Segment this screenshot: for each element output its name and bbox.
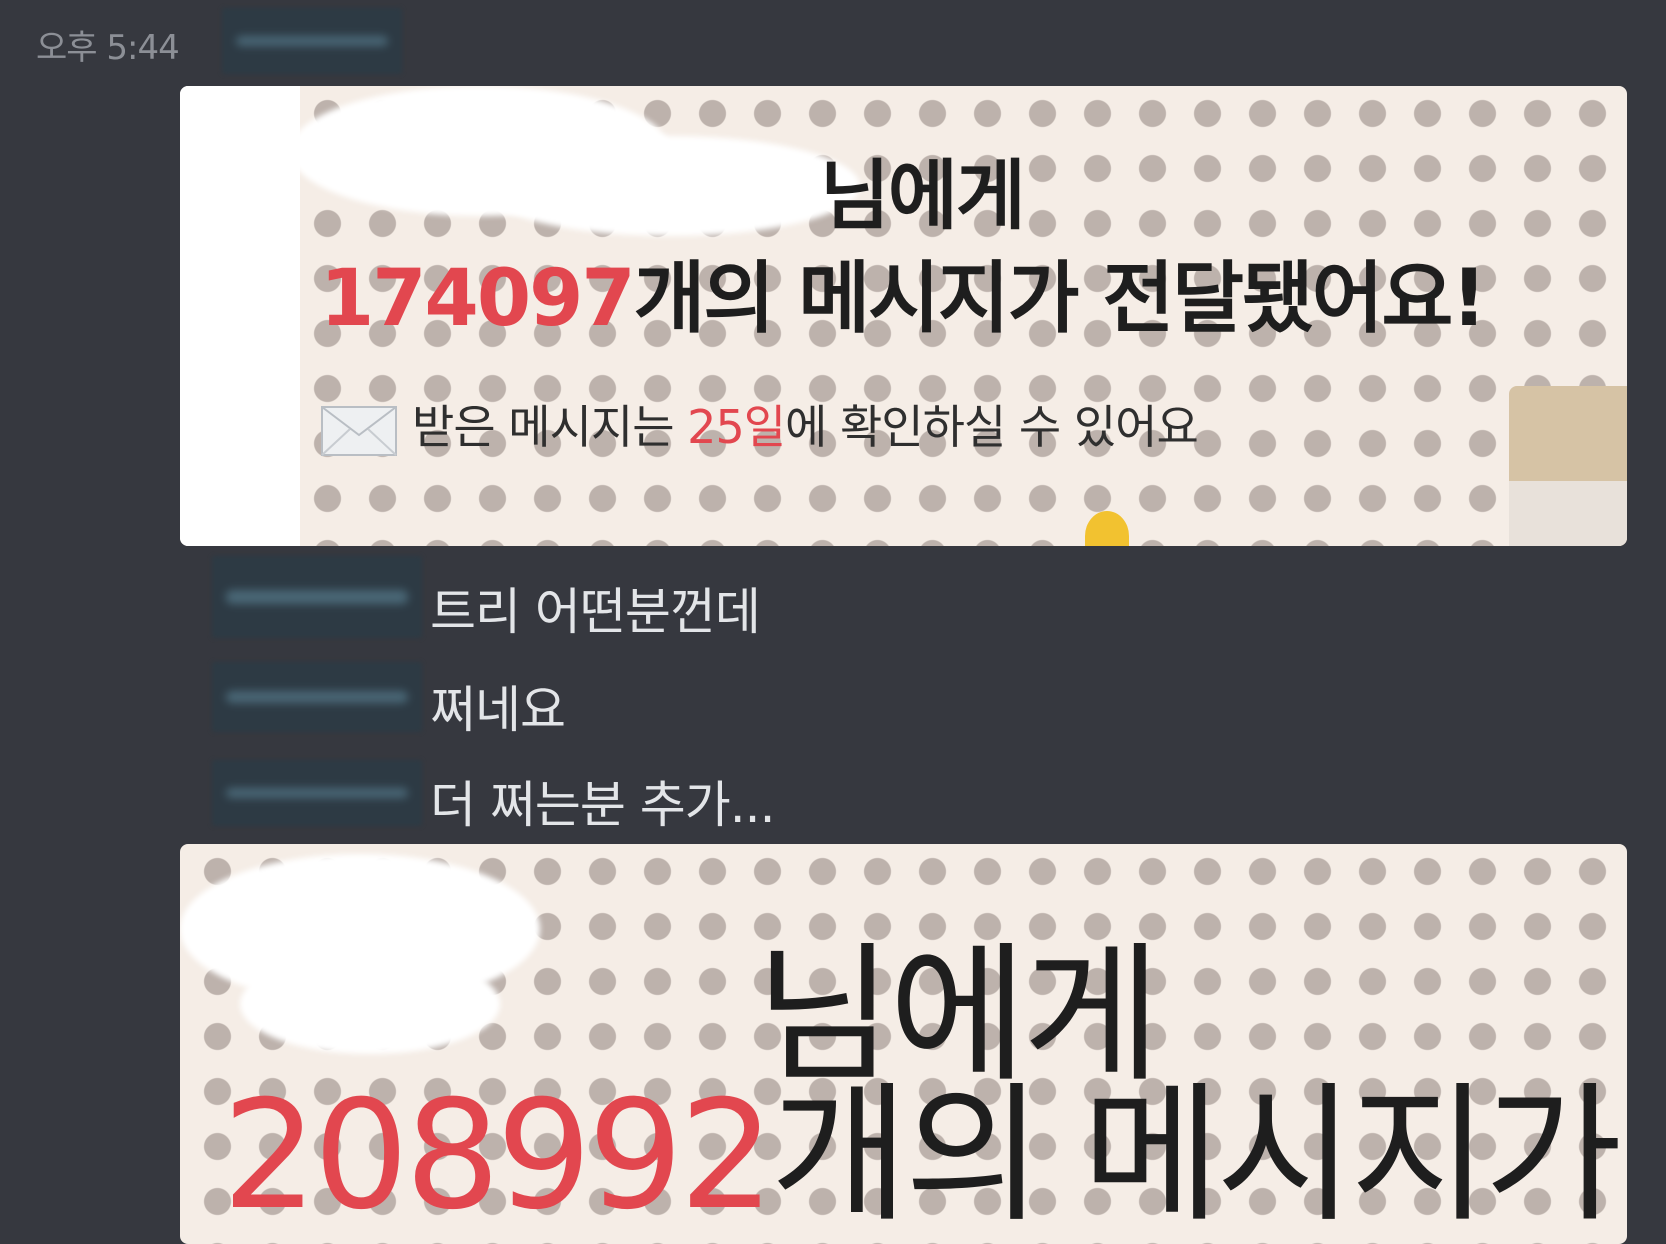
redacted-name-blot <box>480 136 860 236</box>
card-delivered-text: 개의 메시지가 전달됐어요! <box>633 254 1487 344</box>
box-decoration <box>1509 386 1627 546</box>
subtitle-prefix: 받은 메시지는 <box>412 400 675 454</box>
envelope-icon <box>321 405 397 456</box>
redacted-username[interactable] <box>212 662 422 732</box>
message-timestamp: 오후 5:44 <box>36 28 180 68</box>
subtitle-date: 25일 <box>687 400 786 454</box>
card-recipient-suffix: 님에게 <box>820 151 1026 240</box>
subtitle-suffix: 에 확인하실 수 있어요 <box>785 400 1199 454</box>
card-delivered-line: 174097개의 메시지가 전달됐어요! <box>320 236 1487 348</box>
message-card-image-1[interactable]: 님에게 174097개의 메시지가 전달됐어요! 받은 메시지는 25일에 확인… <box>180 86 1627 546</box>
card-margin <box>180 86 300 546</box>
redacted-username[interactable] <box>212 556 422 638</box>
card-delivered-line: 208992개의 메시지가 <box>222 1034 1623 1244</box>
card-message-count: 208992 <box>222 1069 775 1243</box>
character-decoration <box>1085 511 1129 546</box>
card-delivered-text: 개의 메시지가 <box>770 1069 1623 1243</box>
redacted-username[interactable] <box>212 760 422 826</box>
card-subtitle: 받은 메시지는 25일에 확인하실 수 있어요 <box>320 391 1199 457</box>
message-card-image-2[interactable]: 님에게 208992개의 메시지가 <box>180 844 1627 1244</box>
chat-message: 더 쩌는분 추가... <box>430 776 775 834</box>
chat-message: 쩌네요 <box>430 681 566 739</box>
redacted-username[interactable] <box>222 8 402 74</box>
chat-message: 트리 어떤분껀데 <box>430 583 761 641</box>
card-message-count: 174097 <box>320 254 636 344</box>
